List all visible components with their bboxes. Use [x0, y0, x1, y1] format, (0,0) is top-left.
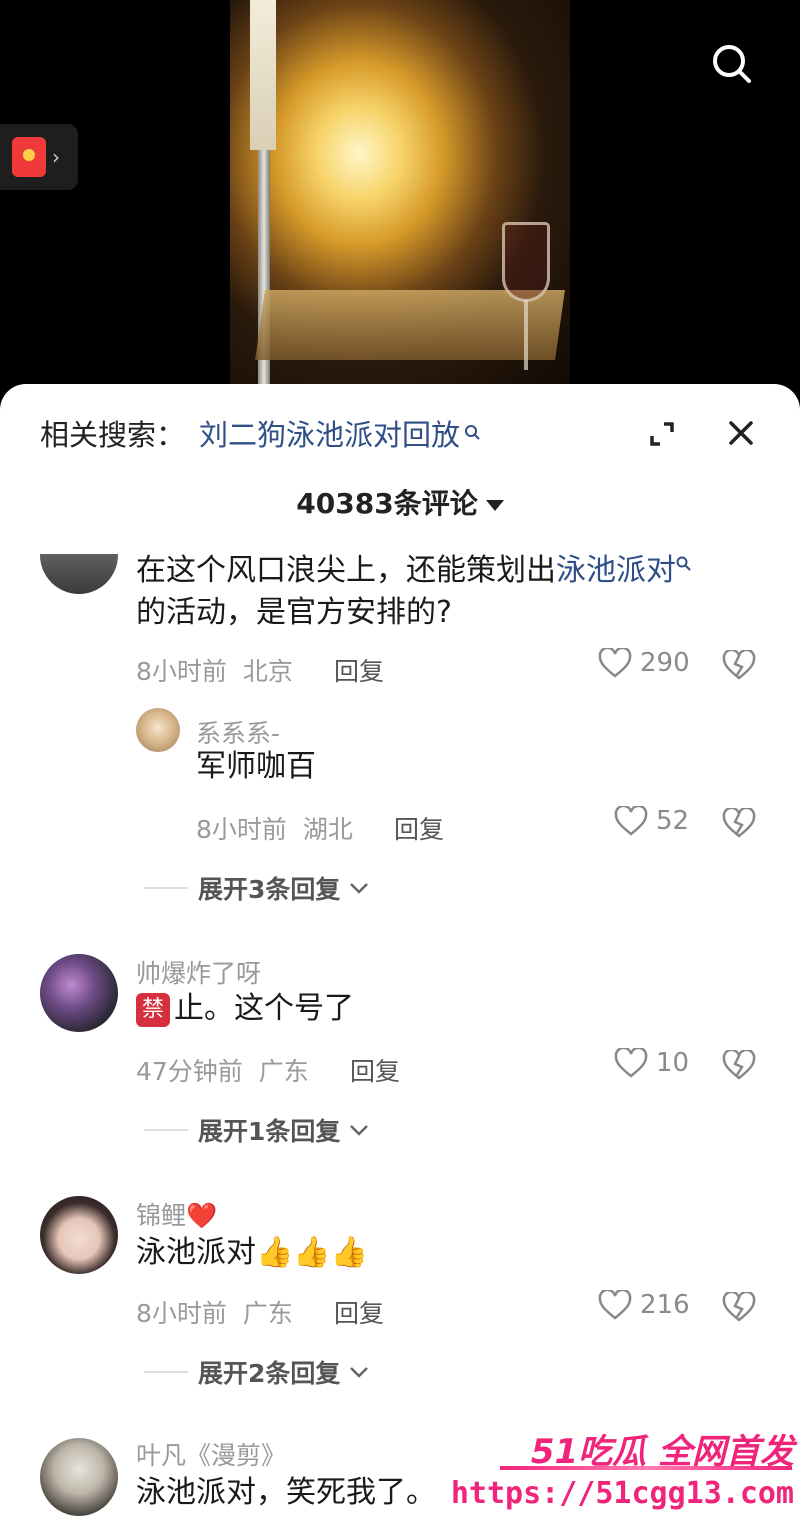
username[interactable]: 帅爆炸了呀 — [136, 954, 261, 990]
divider — [144, 1129, 188, 1131]
comment-time: 8小时前 — [196, 815, 287, 844]
video-frame[interactable] — [230, 0, 570, 384]
expand-replies-label: 展开1条回复 — [198, 1117, 341, 1146]
like-button[interactable]: 216 — [598, 1290, 690, 1320]
comments-sheet: 相关搜索： 刘二狗泳池派对回放 40383条评论 在这个风口浪尖上，还能策划出泳… — [0, 384, 800, 1526]
like-button[interactable]: 10 — [614, 1048, 689, 1078]
broken-heart-icon — [722, 648, 756, 680]
comment-time: 8小时前 — [136, 1299, 227, 1328]
comment-count-text: 40383条评论 — [296, 487, 478, 520]
related-search-label: 相关搜索： — [40, 418, 186, 452]
watermark-divider — [500, 1466, 792, 1470]
expand-replies-button[interactable]: 展开2条回复 — [144, 1354, 370, 1390]
comment-meta: 47分钟前 广东 — [136, 1052, 309, 1088]
username[interactable]: 系系系- — [196, 714, 280, 750]
reply-button[interactable]: 回复 — [394, 810, 444, 846]
candle — [250, 0, 276, 150]
dislike-button[interactable] — [722, 806, 756, 842]
avatar[interactable] — [40, 954, 118, 1032]
reply-button[interactable]: 回复 — [350, 1052, 400, 1088]
watermark-url: https://51cgg13.com — [450, 1476, 794, 1511]
broken-heart-icon — [722, 1048, 756, 1080]
related-search-keyword[interactable]: 刘二狗泳池派对回放 — [199, 412, 460, 454]
comment-text: 泳池派对，笑死我了。 — [136, 1475, 436, 1510]
close-icon — [729, 421, 753, 445]
like-count: 52 — [656, 806, 690, 836]
divider — [144, 1371, 188, 1373]
red-envelope-icon — [12, 137, 46, 177]
wine-glass — [502, 222, 550, 302]
search-icon — [713, 45, 751, 83]
video-player[interactable]: › — [0, 0, 800, 400]
comment-text: 在这个风口浪尖上，还能策划出泳池派对 — [136, 550, 692, 592]
close-button[interactable] — [720, 412, 762, 454]
like-count: 290 — [640, 648, 690, 678]
search-small-icon — [676, 556, 691, 571]
expand-replies-label: 展开3条回复 — [198, 875, 341, 904]
dislike-button[interactable] — [722, 648, 756, 684]
like-button[interactable]: 52 — [614, 806, 689, 836]
expand-replies-button[interactable]: 展开1条回复 — [144, 1112, 370, 1148]
red-packet-button[interactable]: › — [0, 124, 78, 190]
heart-icon — [614, 1048, 648, 1078]
like-count: 10 — [656, 1048, 690, 1078]
heart-icon — [598, 1290, 632, 1320]
chevron-down-icon — [350, 1125, 369, 1136]
username[interactable]: 锦鲤❤️ — [136, 1196, 217, 1232]
avatar[interactable] — [136, 708, 180, 752]
comment-text: 禁止。这个号了 — [136, 988, 354, 1030]
comment-count[interactable]: 40383条评论 — [0, 482, 800, 522]
dislike-button[interactable] — [722, 1290, 756, 1326]
heart-icon — [614, 806, 648, 836]
dislike-button[interactable] — [722, 1048, 756, 1084]
comment-time: 8小时前 — [136, 657, 227, 686]
broken-heart-icon — [722, 1290, 756, 1322]
avatar[interactable] — [40, 1196, 118, 1274]
fullscreen-button[interactable] — [642, 414, 682, 454]
watermark: 51吃瓜 全网首发 https://51cgg13.com — [451, 1424, 800, 1524]
divider — [144, 887, 188, 889]
chevron-down-icon — [350, 1367, 369, 1378]
comment-location: 湖北 — [302, 815, 353, 844]
comment-location: 北京 — [242, 657, 293, 686]
comment-text: 军师咖百 — [196, 749, 316, 784]
wine-glass-stem — [524, 300, 528, 370]
username[interactable]: 叶凡《漫剪》 — [136, 1436, 286, 1472]
related-search: 相关搜索： 刘二狗泳池派对回放 — [40, 412, 482, 454]
comment-location: 广东 — [242, 1299, 293, 1328]
avatar[interactable] — [40, 554, 118, 594]
comment-time: 47分钟前 — [136, 1057, 243, 1086]
comment-text: 泳池派对👍👍👍 — [136, 1235, 369, 1270]
reply-button[interactable]: 回复 — [334, 1294, 384, 1330]
search-button[interactable] — [706, 38, 758, 90]
caret-down-icon — [485, 499, 504, 511]
comment-location: 广东 — [258, 1057, 309, 1086]
reply-button[interactable]: 回复 — [334, 652, 384, 688]
like-count: 216 — [640, 1290, 690, 1320]
expand-icon — [650, 422, 674, 446]
avatar[interactable] — [40, 1438, 118, 1516]
like-button[interactable]: 290 — [598, 648, 690, 678]
chevron-down-icon — [350, 883, 369, 894]
comment-meta: 8小时前 广东 — [136, 1294, 293, 1330]
chevron-right-icon: › — [52, 145, 60, 169]
ban-badge: 禁 — [136, 992, 170, 1027]
heart-icon — [598, 648, 632, 678]
comment-meta: 8小时前 北京 — [136, 652, 293, 688]
comment-keyword-link[interactable]: 泳池派对 — [556, 553, 676, 588]
broken-heart-icon — [722, 806, 756, 838]
search-small-icon — [465, 425, 480, 440]
expand-replies-label: 展开2条回复 — [198, 1359, 341, 1388]
comment-meta: 8小时前 湖北 — [196, 810, 353, 846]
expand-replies-button[interactable]: 展开3条回复 — [144, 870, 370, 906]
comment-text-line2: 的活动，是官方安排的? — [136, 595, 452, 630]
